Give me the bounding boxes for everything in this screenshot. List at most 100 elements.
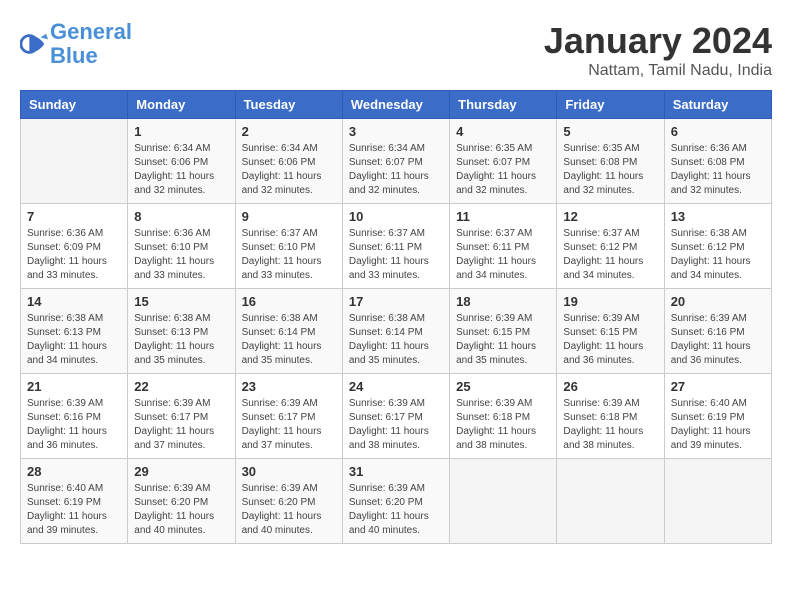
day-info: Sunrise: 6:38 AM Sunset: 6:12 PM Dayligh… — [671, 227, 765, 283]
day-info: Sunrise: 6:39 AM Sunset: 6:16 PM Dayligh… — [671, 312, 765, 368]
day-info: Sunrise: 6:39 AM Sunset: 6:20 PM Dayligh… — [242, 482, 336, 538]
day-number: 27 — [671, 379, 765, 394]
calendar-week-0: 1Sunrise: 6:34 AM Sunset: 6:06 PM Daylig… — [21, 119, 772, 204]
day-info: Sunrise: 6:38 AM Sunset: 6:14 PM Dayligh… — [242, 312, 336, 368]
calendar-week-2: 14 Sunrise: 6:38 AM Sunset: 6:13 PM Dayli… — [21, 289, 772, 374]
day-number: 11 — [456, 209, 550, 224]
day-info: Sunrise: 6:35 AM Sunset: 6:07 PM Dayligh… — [456, 142, 550, 198]
logo: General Blue — [20, 20, 132, 68]
calendar-cell: 12 Sunrise: 6:37 AM Sunset: 6:12 PM Dayli… — [557, 204, 664, 289]
calendar-cell: 31 Sunrise: 6:39 AM Sunset: 6:20 PM Dayli… — [342, 459, 449, 544]
calendar-cell: 1Sunrise: 6:34 AM Sunset: 6:06 PM Daylig… — [128, 119, 235, 204]
day-info: Sunrise: 6:36 AM Sunset: 6:09 PM Dayligh… — [27, 227, 121, 283]
day-number: 6 — [671, 124, 765, 139]
day-info: Sunrise: 6:38 AM Sunset: 6:13 PM Dayligh… — [134, 312, 228, 368]
day-info: Sunrise: 6:39 AM Sunset: 6:15 PM Dayligh… — [456, 312, 550, 368]
day-info: Sunrise: 6:35 AM Sunset: 6:08 PM Dayligh… — [563, 142, 657, 198]
day-number: 22 — [134, 379, 228, 394]
day-number: 16 — [242, 294, 336, 309]
calendar-cell: 30Sunrise: 6:39 AM Sunset: 6:20 PM Dayli… — [235, 459, 342, 544]
calendar-cell: 15 Sunrise: 6:38 AM Sunset: 6:13 PM Dayli… — [128, 289, 235, 374]
day-number: 8 — [134, 209, 228, 224]
day-number: 15 — [134, 294, 228, 309]
day-number: 31 — [349, 464, 443, 479]
day-number: 28 — [27, 464, 121, 479]
day-number: 7 — [27, 209, 121, 224]
day-info: Sunrise: 6:39 AM Sunset: 6:18 PM Dayligh… — [456, 397, 550, 453]
day-number: 26 — [563, 379, 657, 394]
subtitle: Nattam, Tamil Nadu, India — [544, 62, 772, 80]
day-number: 23 — [242, 379, 336, 394]
calendar-cell: 17 Sunrise: 6:38 AM Sunset: 6:14 PM Dayli… — [342, 289, 449, 374]
logo-icon — [20, 30, 48, 58]
calendar-week-4: 28 Sunrise: 6:40 AM Sunset: 6:19 PM Dayli… — [21, 459, 772, 544]
day-info: Sunrise: 6:37 AM Sunset: 6:12 PM Dayligh… — [563, 227, 657, 283]
calendar-cell — [664, 459, 771, 544]
day-number: 14 — [27, 294, 121, 309]
calendar-cell: 10 Sunrise: 6:37 AM Sunset: 6:11 PM Dayli… — [342, 204, 449, 289]
day-info: Sunrise: 6:34 AM Sunset: 6:06 PM Dayligh… — [134, 142, 228, 198]
calendar-cell: 14 Sunrise: 6:38 AM Sunset: 6:13 PM Dayli… — [21, 289, 128, 374]
day-number: 18 — [456, 294, 550, 309]
day-number: 3 — [349, 124, 443, 139]
calendar-cell: 21 Sunrise: 6:39 AM Sunset: 6:16 PM Dayli… — [21, 374, 128, 459]
title-area: January 2024 Nattam, Tamil Nadu, India — [544, 20, 772, 80]
day-info: Sunrise: 6:38 AM Sunset: 6:13 PM Dayligh… — [27, 312, 121, 368]
weekday-header-friday: Friday — [557, 91, 664, 119]
calendar-cell: 19 Sunrise: 6:39 AM Sunset: 6:15 PM Dayli… — [557, 289, 664, 374]
calendar-cell: 11 Sunrise: 6:37 AM Sunset: 6:11 PM Dayli… — [450, 204, 557, 289]
day-info: Sunrise: 6:34 AM Sunset: 6:07 PM Dayligh… — [349, 142, 443, 198]
day-info: Sunrise: 6:39 AM Sunset: 6:15 PM Dayligh… — [563, 312, 657, 368]
day-info: Sunrise: 6:37 AM Sunset: 6:10 PM Dayligh… — [242, 227, 336, 283]
day-number: 17 — [349, 294, 443, 309]
calendar-cell: 5 Sunrise: 6:35 AM Sunset: 6:08 PM Daylig… — [557, 119, 664, 204]
calendar-cell — [557, 459, 664, 544]
weekday-header-thursday: Thursday — [450, 91, 557, 119]
day-number: 12 — [563, 209, 657, 224]
calendar-cell: 24Sunrise: 6:39 AM Sunset: 6:17 PM Dayli… — [342, 374, 449, 459]
day-info: Sunrise: 6:39 AM Sunset: 6:17 PM Dayligh… — [349, 397, 443, 453]
weekday-header-saturday: Saturday — [664, 91, 771, 119]
day-number: 5 — [563, 124, 657, 139]
calendar-table: SundayMondayTuesdayWednesdayThursdayFrid… — [20, 90, 772, 544]
calendar-cell: 27 Sunrise: 6:40 AM Sunset: 6:19 PM Dayli… — [664, 374, 771, 459]
day-info: Sunrise: 6:37 AM Sunset: 6:11 PM Dayligh… — [349, 227, 443, 283]
page-header: General Blue January 2024 Nattam, Tamil … — [20, 20, 772, 80]
day-number: 25 — [456, 379, 550, 394]
day-number: 29 — [134, 464, 228, 479]
logo-text: General Blue — [50, 20, 132, 68]
day-info: Sunrise: 6:34 AM Sunset: 6:06 PM Dayligh… — [242, 142, 336, 198]
calendar-cell: 3 Sunrise: 6:34 AM Sunset: 6:07 PM Daylig… — [342, 119, 449, 204]
day-number: 19 — [563, 294, 657, 309]
day-info: Sunrise: 6:36 AM Sunset: 6:08 PM Dayligh… — [671, 142, 765, 198]
weekday-header-monday: Monday — [128, 91, 235, 119]
day-number: 9 — [242, 209, 336, 224]
calendar-cell: 2 Sunrise: 6:34 AM Sunset: 6:06 PM Daylig… — [235, 119, 342, 204]
day-info: Sunrise: 6:38 AM Sunset: 6:14 PM Dayligh… — [349, 312, 443, 368]
calendar-cell: 23 Sunrise: 6:39 AM Sunset: 6:17 PM Dayli… — [235, 374, 342, 459]
day-info: Sunrise: 6:39 AM Sunset: 6:16 PM Dayligh… — [27, 397, 121, 453]
day-info: Sunrise: 6:40 AM Sunset: 6:19 PM Dayligh… — [27, 482, 121, 538]
calendar-header: SundayMondayTuesdayWednesdayThursdayFrid… — [21, 91, 772, 119]
calendar-cell: 4 Sunrise: 6:35 AM Sunset: 6:07 PM Daylig… — [450, 119, 557, 204]
day-info: Sunrise: 6:39 AM Sunset: 6:17 PM Dayligh… — [242, 397, 336, 453]
calendar-cell: 9 Sunrise: 6:37 AM Sunset: 6:10 PM Daylig… — [235, 204, 342, 289]
weekday-header-tuesday: Tuesday — [235, 91, 342, 119]
calendar-cell: 8Sunrise: 6:36 AM Sunset: 6:10 PM Daylig… — [128, 204, 235, 289]
day-number: 10 — [349, 209, 443, 224]
calendar-week-1: 7 Sunrise: 6:36 AM Sunset: 6:09 PM Daylig… — [21, 204, 772, 289]
weekday-header-sunday: Sunday — [21, 91, 128, 119]
day-number: 13 — [671, 209, 765, 224]
day-info: Sunrise: 6:37 AM Sunset: 6:11 PM Dayligh… — [456, 227, 550, 283]
day-info: Sunrise: 6:40 AM Sunset: 6:19 PM Dayligh… — [671, 397, 765, 453]
day-number: 4 — [456, 124, 550, 139]
day-info: Sunrise: 6:39 AM Sunset: 6:18 PM Dayligh… — [563, 397, 657, 453]
calendar-cell: 13 Sunrise: 6:38 AM Sunset: 6:12 PM Dayli… — [664, 204, 771, 289]
calendar-cell: 22Sunrise: 6:39 AM Sunset: 6:17 PM Dayli… — [128, 374, 235, 459]
calendar-cell: 7 Sunrise: 6:36 AM Sunset: 6:09 PM Daylig… — [21, 204, 128, 289]
day-info: Sunrise: 6:39 AM Sunset: 6:20 PM Dayligh… — [349, 482, 443, 538]
day-number: 21 — [27, 379, 121, 394]
calendar-cell: 16 Sunrise: 6:38 AM Sunset: 6:14 PM Dayli… — [235, 289, 342, 374]
calendar-cell — [450, 459, 557, 544]
day-number: 2 — [242, 124, 336, 139]
